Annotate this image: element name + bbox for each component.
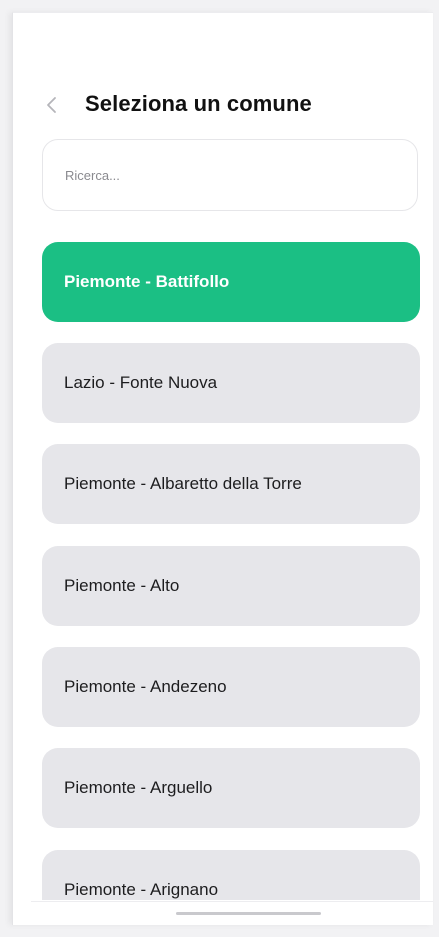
back-button[interactable] [42, 91, 64, 119]
list-item-selected[interactable]: Piemonte - Battifollo [42, 242, 420, 322]
search-box[interactable] [42, 139, 418, 211]
list-item[interactable]: Piemonte - Andezeno [42, 647, 420, 727]
bottom-bar [31, 901, 433, 925]
list-item-label: Piemonte - Arignano [64, 880, 219, 899]
search-input[interactable] [63, 166, 397, 184]
list-item-label: Piemonte - Battifollo [64, 272, 230, 291]
list-item-label: Lazio - Fonte Nuova [64, 373, 218, 392]
header: Seleziona un comune [13, 85, 433, 125]
list-item[interactable]: Piemonte - Albaretto della Torre [42, 444, 420, 524]
list-item[interactable]: Piemonte - Arignano [42, 850, 420, 900]
home-indicator[interactable] [176, 912, 321, 915]
list-item-label: Piemonte - Andezeno [64, 677, 227, 696]
page-title: Seleziona un comune [85, 91, 312, 116]
list-item-label: Piemonte - Albaretto della Torre [64, 474, 302, 493]
list-item-label: Piemonte - Arguello [64, 778, 213, 797]
list-item[interactable]: Lazio - Fonte Nuova [42, 343, 420, 423]
list-item[interactable]: Piemonte - Alto [42, 546, 420, 626]
list-item[interactable]: Piemonte - Arguello [42, 748, 420, 828]
list-item-label: Piemonte - Alto [64, 576, 180, 595]
app-screen: Seleziona un comune Piemonte - Battifoll… [12, 12, 433, 925]
chevron-left-icon [42, 91, 64, 119]
comune-list[interactable]: Piemonte - Battifollo Lazio - Fonte Nuov… [42, 242, 420, 900]
